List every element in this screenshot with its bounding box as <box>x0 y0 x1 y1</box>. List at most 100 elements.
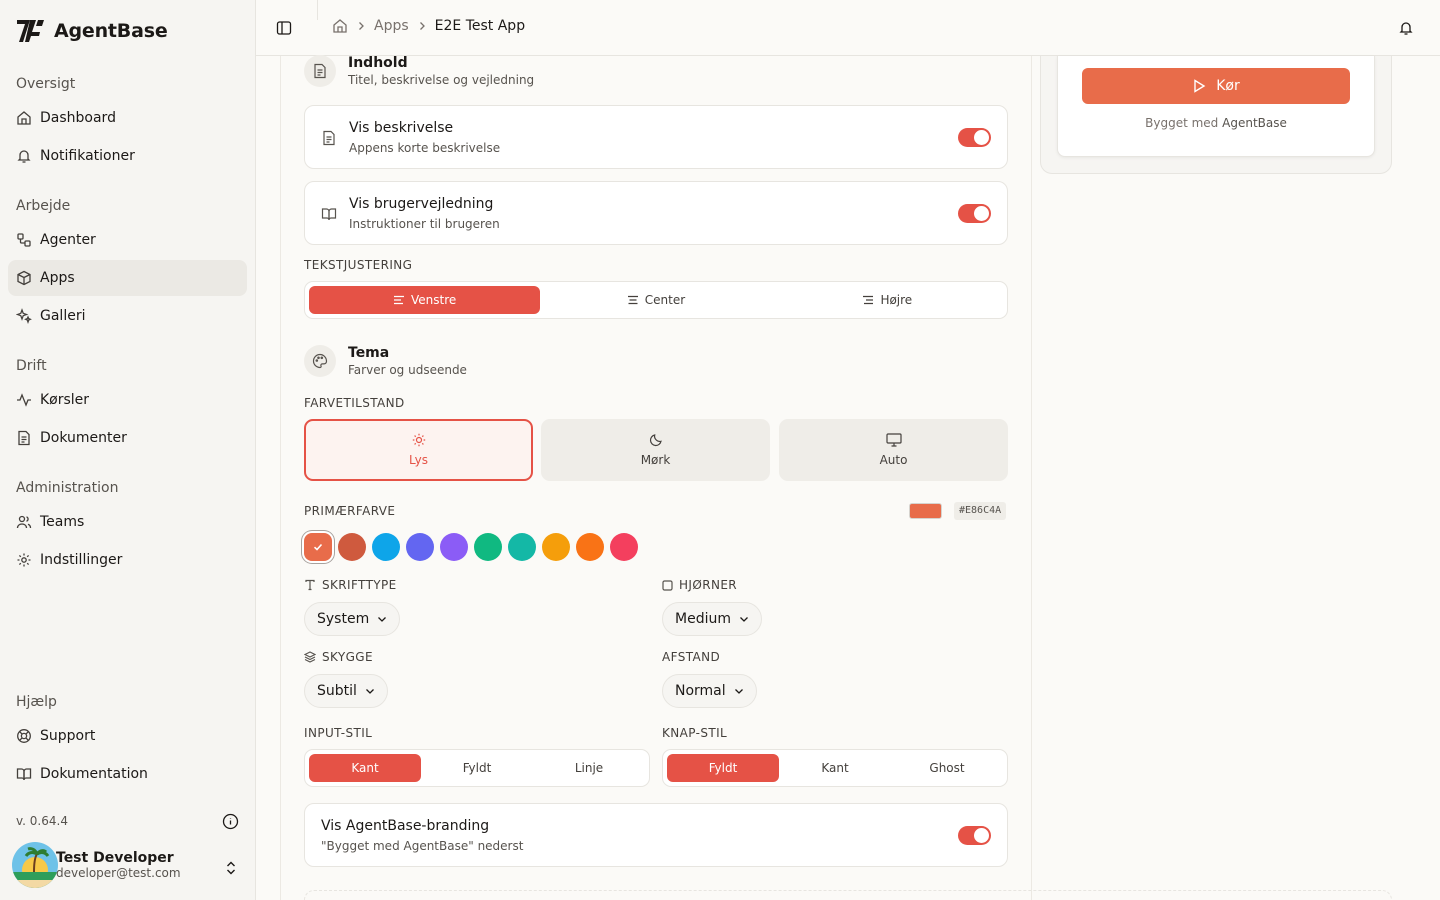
chevron-down-icon <box>365 689 374 694</box>
color-swatch[interactable] <box>508 533 536 561</box>
sidebar-item-label: Indstillinger <box>40 552 123 568</box>
button-style-fyldt-option[interactable]: Fyldt <box>667 754 779 782</box>
dropdown-value: Subtil <box>317 683 357 699</box>
home-icon[interactable] <box>332 18 348 34</box>
text-align-right-option[interactable]: Højre <box>772 286 1003 314</box>
nav-section-drift: Drift <box>16 358 47 374</box>
sidebar-item-label: Teams <box>40 514 85 530</box>
label-text: SKRIFTTYPE <box>322 578 397 592</box>
sidebar-item-indstillinger[interactable]: Indstillinger <box>8 542 247 578</box>
color-swatch[interactable] <box>474 533 502 561</box>
app-logo[interactable]: AgentBase <box>16 18 168 44</box>
button-style-ghost-option[interactable]: Ghost <box>891 754 1003 782</box>
mode-label: Lys <box>409 453 428 467</box>
agentbase-logo-icon <box>17 20 44 42</box>
input-style-kant-option[interactable]: Kant <box>309 754 421 782</box>
shadow-dropdown[interactable]: Subtil <box>304 674 388 708</box>
nav-section-arbejde: Arbejde <box>16 198 71 214</box>
sidebar-item-dokumentation[interactable]: Dokumentation <box>8 756 247 792</box>
activity-icon <box>17 393 31 407</box>
sidebar-item-dokumenter[interactable]: Dokumenter <box>8 420 247 456</box>
text-align-center-option[interactable]: Center <box>540 286 771 314</box>
palette-icon <box>304 345 336 377</box>
sidebar-item-dashboard[interactable]: Dashboard <box>8 100 247 136</box>
top-header: Apps E2E Test App <box>256 0 1440 56</box>
primary-color-preview[interactable] <box>909 503 942 519</box>
button-style-kant-option[interactable]: Kant <box>779 754 891 782</box>
play-icon <box>1194 79 1206 93</box>
breadcrumb-apps[interactable]: Apps <box>374 18 409 34</box>
show-guide-toggle[interactable] <box>958 204 991 223</box>
show-guide-card: Vis brugervejledning Instruktioner til b… <box>304 181 1008 245</box>
align-center-icon <box>627 295 638 305</box>
primary-color-label: PRIMÆRFARVE <box>304 504 396 518</box>
home-icon <box>17 111 31 125</box>
input-style-fyldt-option[interactable]: Fyldt <box>421 754 533 782</box>
spacing-label: AFSTAND <box>662 650 721 664</box>
sidebar-item-galleri[interactable]: Galleri <box>8 298 247 334</box>
sidebar-item-korsler[interactable]: Kørsler <box>8 382 247 418</box>
color-swatch[interactable] <box>338 533 366 561</box>
color-swatch[interactable] <box>576 533 604 561</box>
sidebar-item-apps[interactable]: Apps <box>8 260 247 296</box>
sidebar-item-label: Galleri <box>40 308 86 324</box>
sidebar-item-support[interactable]: Support <box>8 718 247 754</box>
sidebar-item-label: Support <box>40 728 96 744</box>
corners-dropdown[interactable]: Medium <box>662 602 762 636</box>
mode-label: Auto <box>879 453 908 467</box>
sidebar-item-label: Notifikationer <box>40 148 135 164</box>
sidebar-item-label: Agenter <box>40 232 96 248</box>
color-mode-light[interactable]: Lys <box>304 419 533 481</box>
section-theme-header: Tema Farver og udseende <box>304 345 467 377</box>
color-swatch[interactable] <box>610 533 638 561</box>
align-left-icon <box>394 295 405 305</box>
nav-section-administration: Administration <box>16 480 119 496</box>
font-dropdown[interactable]: System <box>304 602 401 636</box>
button-style-label: KNAP-STIL <box>662 726 728 740</box>
chevrons-up-down-icon[interactable] <box>224 860 238 876</box>
shadow-label: SKYGGE <box>304 650 373 664</box>
monitor-icon <box>885 433 902 447</box>
sidebar: AgentBase Oversigt Dashboard Notifikatio… <box>0 0 256 900</box>
bell-icon <box>17 150 31 163</box>
input-style-linje-option[interactable]: Linje <box>533 754 645 782</box>
workflow-icon <box>17 233 31 247</box>
color-swatch[interactable] <box>304 533 332 561</box>
notifications-bell-icon[interactable] <box>1398 20 1414 36</box>
sidebar-item-label: Dashboard <box>40 110 116 126</box>
text-align-segmented: Venstre Center Højre <box>304 281 1008 319</box>
sidebar-item-label: Dokumentation <box>40 766 148 782</box>
section-subtitle: Titel, beskrivelse og vejledning <box>348 73 535 87</box>
spacing-dropdown[interactable]: Normal <box>662 674 757 708</box>
chevron-down-icon <box>734 689 743 694</box>
card-subtitle: "Bygget med AgentBase" nederst <box>321 839 524 853</box>
built-brand: AgentBase <box>1222 116 1287 130</box>
file-text-icon <box>323 130 335 146</box>
section-title: Indhold <box>348 55 408 71</box>
color-swatch[interactable] <box>406 533 434 561</box>
dropdown-value: Medium <box>675 611 731 627</box>
branding-toggle[interactable] <box>958 826 991 845</box>
sidebar-item-agenter[interactable]: Agenter <box>8 222 247 258</box>
color-swatch[interactable] <box>440 533 468 561</box>
app-name: AgentBase <box>54 20 168 42</box>
sidebar-item-notifikationer[interactable]: Notifikationer <box>8 138 247 174</box>
user-menu[interactable]: Test Developer developer@test.com <box>12 842 181 888</box>
show-description-toggle[interactable] <box>958 128 991 147</box>
run-button[interactable]: Kør <box>1082 68 1350 104</box>
breadcrumb: Apps E2E Test App <box>332 18 525 34</box>
primary-color-hex[interactable]: #E86C4A <box>954 502 1007 520</box>
sidebar-toggle-icon[interactable] <box>276 20 292 36</box>
header-divider <box>317 0 318 20</box>
color-mode-auto[interactable]: Auto <box>779 419 1008 481</box>
input-style-label: INPUT-STIL <box>304 726 373 740</box>
color-mode-dark[interactable]: Mørk <box>541 419 770 481</box>
mode-label: Mørk <box>640 453 671 467</box>
color-swatch[interactable] <box>372 533 400 561</box>
color-swatch[interactable] <box>542 533 570 561</box>
sun-icon <box>412 433 425 447</box>
sidebar-item-teams[interactable]: Teams <box>8 504 247 540</box>
card-subtitle: Appens korte beskrivelse <box>349 141 501 155</box>
info-icon[interactable] <box>222 813 239 830</box>
text-align-left-option[interactable]: Venstre <box>309 286 541 314</box>
